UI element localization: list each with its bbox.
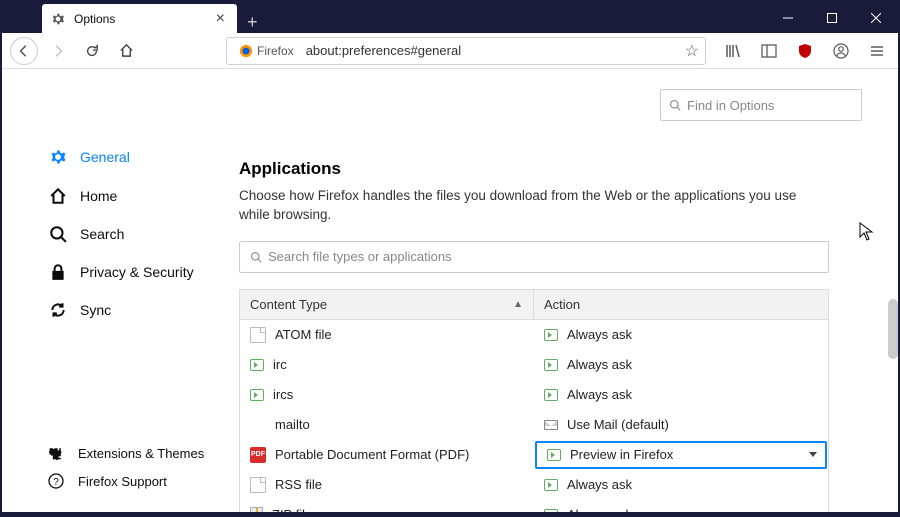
sidebar-item-extensions[interactable]: Extensions & Themes <box>2 439 237 467</box>
cell-content-type: mailto <box>240 417 534 433</box>
table-row[interactable]: ircsAlways ask <box>240 380 828 410</box>
table-row[interactable]: ircAlways ask <box>240 350 828 380</box>
sidebar-label: Extensions & Themes <box>78 446 204 461</box>
sort-indicator-icon: ▲ <box>513 299 523 310</box>
cursor-icon <box>859 222 875 242</box>
zip-icon <box>250 507 263 512</box>
search-icon <box>250 251 262 263</box>
sidebar-label: General <box>80 149 130 165</box>
sidebar-item-sync[interactable]: Sync <box>2 291 239 329</box>
find-in-options-input[interactable]: Find in Options <box>660 89 862 121</box>
forward-button[interactable] <box>44 37 72 65</box>
sidebar-item-home[interactable]: Home <box>2 177 239 215</box>
column-content-type[interactable]: Content Type ▲ <box>240 290 534 319</box>
sidebar-item-support[interactable]: ? Firefox Support <box>2 467 237 495</box>
document-icon <box>250 477 266 493</box>
url-text: about:preferences#general <box>300 43 685 58</box>
cell-content-type: RSS file <box>240 477 534 493</box>
ublock-icon[interactable] <box>792 38 818 64</box>
sidebar-label: Firefox Support <box>78 474 167 489</box>
sidebar-label: Privacy & Security <box>80 264 194 280</box>
column-action[interactable]: Action <box>534 290 828 319</box>
applications-search-input[interactable]: Search file types or applications <box>239 241 829 273</box>
cell-action[interactable]: Always ask <box>534 387 828 402</box>
browser-tab[interactable]: Options × <box>42 4 237 33</box>
back-button[interactable] <box>10 37 38 65</box>
home-button[interactable] <box>112 37 140 65</box>
tab-close-button[interactable]: × <box>212 10 229 28</box>
dialog-icon <box>544 389 558 401</box>
section-description: Choose how Firefox handles the files you… <box>239 187 829 225</box>
pdf-icon: PDF <box>250 447 266 463</box>
main-panel: Find in Options Applications Choose how … <box>239 69 898 512</box>
dialog-icon <box>250 389 264 401</box>
reload-button[interactable] <box>78 37 106 65</box>
svg-text:?: ? <box>53 477 59 488</box>
sync-icon <box>48 301 68 319</box>
bookmark-star-icon[interactable]: ☆ <box>685 41 699 61</box>
cell-content-type: ZIP file <box>240 507 534 512</box>
new-tab-button[interactable]: + <box>237 12 268 33</box>
dialog-icon <box>544 359 558 371</box>
gear-icon <box>50 11 66 27</box>
cell-action[interactable]: Always ask <box>534 507 828 512</box>
section-title: Applications <box>239 159 862 179</box>
sidebar: General Home Search Privacy & Security S… <box>2 69 239 512</box>
close-window-button[interactable] <box>854 2 898 33</box>
cell-content-type: ircs <box>240 387 534 402</box>
cell-content-type: irc <box>240 357 534 372</box>
dialog-icon <box>547 449 561 461</box>
dialog-icon <box>544 479 558 491</box>
gear-icon <box>48 147 68 167</box>
mail-icon <box>544 420 558 430</box>
search-icon <box>669 99 681 111</box>
library-icon[interactable] <box>720 38 746 64</box>
table-row[interactable]: ZIP fileAlways ask <box>240 500 828 512</box>
sidebar-item-general[interactable]: General <box>2 137 239 177</box>
table-row[interactable]: PDFPortable Document Format (PDF)Preview… <box>240 440 828 470</box>
sidebar-label: Home <box>80 188 117 204</box>
puzzle-icon <box>46 445 66 461</box>
firefox-badge: Firefox <box>233 43 300 59</box>
sidebar-label: Sync <box>80 302 111 318</box>
applications-table: Content Type ▲ Action ATOM fileAlways as… <box>239 289 829 512</box>
sidebar-toggle-icon[interactable] <box>756 38 782 64</box>
search-icon <box>48 225 68 243</box>
sidebar-item-privacy[interactable]: Privacy & Security <box>2 253 239 291</box>
table-row[interactable]: mailtoUse Mail (default) <box>240 410 828 440</box>
minimize-button[interactable] <box>766 2 810 33</box>
navbar: Firefox about:preferences#general ☆ <box>2 33 898 69</box>
firefox-icon <box>239 44 253 58</box>
account-icon[interactable] <box>828 38 854 64</box>
question-icon: ? <box>46 473 66 489</box>
cell-action[interactable]: Preview in Firefox <box>535 441 827 469</box>
lock-icon <box>48 263 68 281</box>
dialog-icon <box>544 509 558 512</box>
placeholder-text: Search file types or applications <box>268 249 452 264</box>
maximize-button[interactable] <box>810 2 854 33</box>
tab-title: Options <box>74 12 212 26</box>
cell-content-type: PDFPortable Document Format (PDF) <box>240 447 534 463</box>
document-icon <box>250 327 266 343</box>
cell-content-type: ATOM file <box>240 327 534 343</box>
placeholder-text: Find in Options <box>687 98 774 113</box>
cell-action[interactable]: Use Mail (default) <box>534 417 828 432</box>
sidebar-label: Search <box>80 226 124 242</box>
home-icon <box>48 187 68 205</box>
url-bar[interactable]: Firefox about:preferences#general ☆ <box>226 37 706 65</box>
table-row[interactable]: ATOM fileAlways ask <box>240 320 828 350</box>
table-row[interactable]: RSS fileAlways ask <box>240 470 828 500</box>
titlebar: Options × + <box>2 2 898 33</box>
cell-action[interactable]: Always ask <box>534 357 828 372</box>
cell-action[interactable]: Always ask <box>534 327 828 342</box>
url-prefix: Firefox <box>257 44 294 58</box>
menu-icon[interactable] <box>864 38 890 64</box>
dialog-icon <box>544 329 558 341</box>
scrollbar[interactable] <box>888 299 898 359</box>
dialog-icon <box>250 359 264 371</box>
cell-action[interactable]: Always ask <box>534 477 828 492</box>
sidebar-item-search[interactable]: Search <box>2 215 239 253</box>
